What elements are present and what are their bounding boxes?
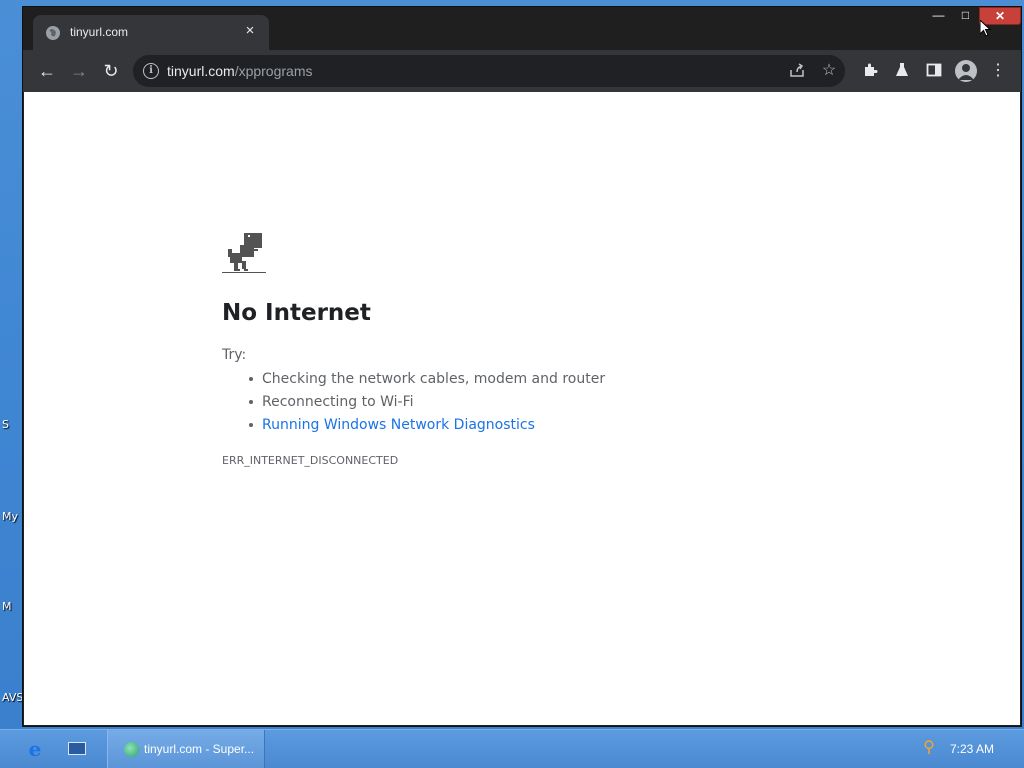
back-button[interactable]: ← [35,59,59,83]
suggestion-list: Checking the network cables, modem and r… [248,370,605,439]
minimize-button[interactable]: — [925,7,952,25]
profile-icon[interactable] [955,60,977,82]
globe-icon [46,26,60,40]
search-tray-icon[interactable]: ⚲ [920,739,938,757]
browser-window: tinyurl.com × — □ ✕ ← → ↻ i tinyurl.com/… [22,6,1022,727]
star-icon[interactable]: ☆ [820,62,838,80]
reload-button[interactable]: ↻ [99,59,123,83]
desktop-label-1: S [2,418,9,431]
show-desktop-icon[interactable] [68,742,86,755]
url-path: /xpprograms [234,63,313,79]
suggestion-item: Reconnecting to Wi-Fi [248,393,605,416]
tab-strip: tinyurl.com × — □ ✕ [23,7,1021,50]
page-content: No Internet Try: Checking the network ca… [24,92,1020,725]
clock[interactable]: 7:23 AM [950,742,994,756]
desktop-label-2: My [2,510,19,523]
menu-icon[interactable]: ⋮ [989,62,1007,80]
tab-title: tinyurl.com [70,25,129,39]
tab-tinyurl[interactable]: tinyurl.com × [33,15,269,50]
url-text[interactable]: tinyurl.com/xpprograms [167,63,313,79]
taskbar-item-browser[interactable]: tinyurl.com - Super... [107,730,265,768]
browser-app-icon [124,742,139,757]
close-tab-icon[interactable]: × [241,22,259,40]
address-bar[interactable]: i tinyurl.com/xpprograms ☆ [133,55,845,87]
try-label: Try: [222,347,247,363]
page-title: No Internet [222,300,371,326]
desktop-label-3: M [2,600,12,613]
url-host: tinyurl.com [167,63,235,79]
suggestion-item: Checking the network cables, modem and r… [248,370,605,393]
taskbar-item-label: tinyurl.com - Super... [144,742,255,756]
labs-icon[interactable] [893,62,911,80]
side-panel-icon[interactable] [925,62,943,80]
maximize-button[interactable]: □ [952,7,979,25]
mouse-cursor-icon [979,18,992,43]
window-controls: — □ ✕ [925,7,1021,25]
internet-explorer-icon[interactable]: e [24,738,46,760]
taskbar: e tinyurl.com - Super... ⚲ 7:23 AM [0,729,1024,768]
desktop-label-4: AVS [2,691,24,704]
share-icon[interactable] [788,62,806,80]
browser-toolbar: ← → ↻ i tinyurl.com/xpprograms ☆ ⋮ [23,50,1021,92]
forward-button[interactable]: → [67,59,91,83]
dino-icon [222,231,268,282]
error-code: ERR_INTERNET_DISCONNECTED [222,454,399,467]
network-diagnostics-link[interactable]: Running Windows Network Diagnostics [248,416,605,439]
extensions-icon[interactable] [861,62,879,80]
info-icon[interactable]: i [143,63,159,79]
